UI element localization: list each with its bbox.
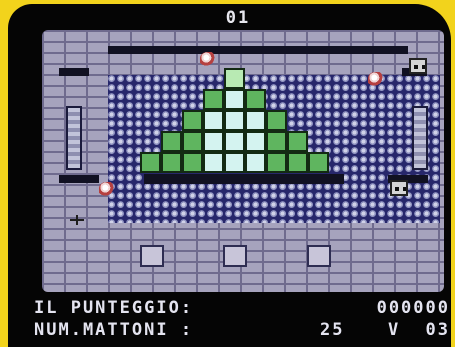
pyramid-brick — [223, 89, 245, 110]
lives-label: V — [388, 320, 401, 340]
score-value: 000000 — [376, 298, 450, 318]
pyramid-brick — [181, 131, 203, 152]
floor-tile-center — [223, 245, 247, 267]
pyramid-brick — [223, 110, 245, 131]
pyramid-brick — [244, 152, 266, 173]
pyramid-brick — [202, 152, 224, 173]
pyramid-brick — [244, 89, 266, 110]
crt-bezel: 01 IL PUNTEGGIO: 000000 NUM.MATTONI: 25… — [8, 4, 451, 347]
pyramid-brick — [181, 152, 203, 173]
pyramid-brick — [244, 110, 266, 131]
game-screen: 01 IL PUNTEGGIO: 000000 NUM.MATTONI: 25… — [0, 0, 455, 347]
level-counter: 01 — [225, 8, 251, 28]
robot-sprite-right-bottom — [390, 180, 408, 196]
pyramid-brick — [286, 152, 308, 173]
score-label: IL PUNTEGGIO: — [34, 298, 194, 318]
enemy-skull-top — [200, 52, 218, 68]
lives-value: 03 — [425, 320, 450, 340]
pyramid-brick — [265, 131, 287, 152]
pyramid-brick — [244, 131, 266, 152]
pyramid-brick — [202, 89, 224, 110]
bricks-label: NUM.MATTONI : — [34, 320, 194, 340]
pyramid-brick — [307, 152, 329, 173]
playfield — [42, 30, 444, 292]
floor-tile-right — [307, 245, 331, 267]
pyramid-brick — [139, 152, 161, 173]
pyramid-brick — [223, 131, 245, 152]
pyramid-brick — [265, 152, 287, 173]
score-row: IL PUNTEGGIO: 000000 — [34, 298, 450, 319]
floor-tile-left — [140, 245, 164, 267]
bricks-value: 25 — [320, 320, 345, 340]
pyramid-brick — [202, 131, 224, 152]
pyramid-brick — [265, 110, 287, 131]
enemy-skull-left — [99, 182, 117, 198]
pyramid-brick — [286, 131, 308, 152]
pyramid-brick — [181, 110, 203, 131]
pyramid-brick — [223, 152, 245, 173]
bricks-row: NUM.MATTONI : 25 V 03 — [34, 320, 450, 341]
player-cursor — [70, 215, 84, 225]
pyramid-brick — [223, 68, 245, 89]
pyramid-brick — [160, 152, 182, 173]
robot-sprite-right-top — [409, 58, 427, 74]
pyramid-brick — [202, 110, 224, 131]
pyramid-brick — [160, 131, 182, 152]
status-panel: IL PUNTEGGIO: 000000 NUM.MATTONI : 25 V … — [34, 298, 450, 346]
enemy-skull-right — [368, 72, 386, 88]
